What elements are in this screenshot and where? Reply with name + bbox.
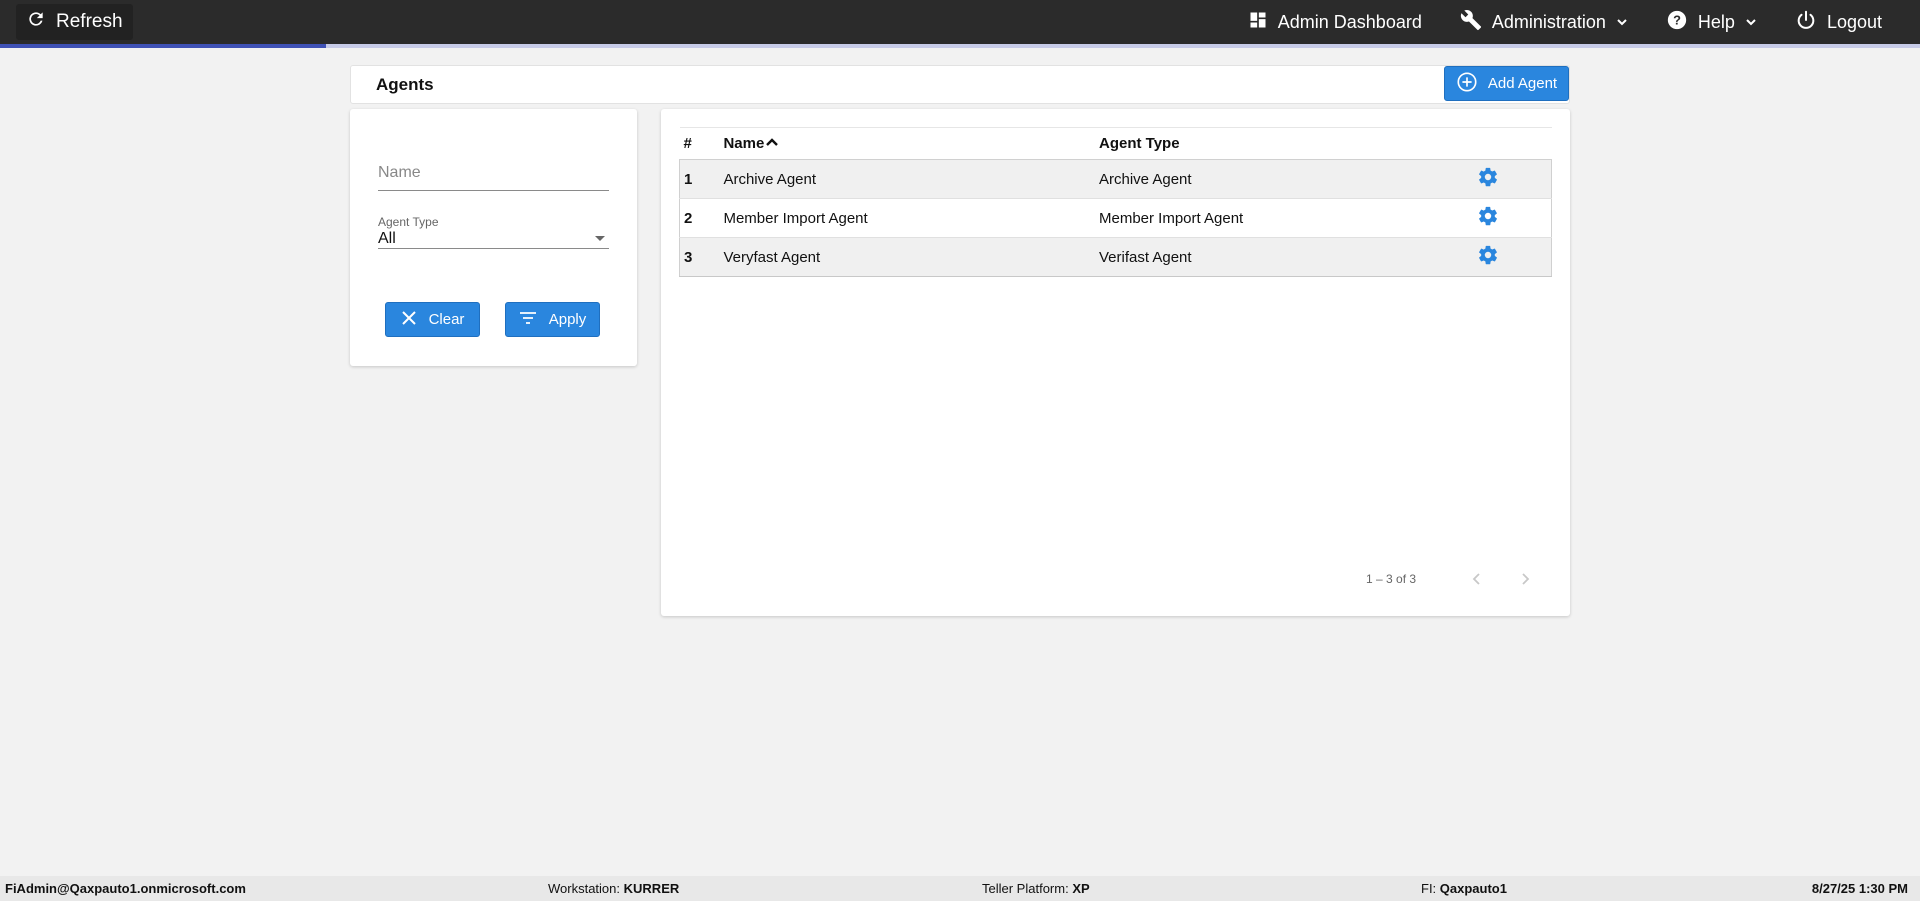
page-title: Agents	[376, 74, 434, 94]
help-menu[interactable]: ? Help	[1666, 9, 1757, 36]
header-agent-type[interactable]: Agent Type	[1099, 127, 1477, 160]
administration-menu[interactable]: Administration	[1460, 9, 1628, 36]
row-num: 1	[679, 159, 724, 199]
chevron-left-icon[interactable]	[1467, 569, 1487, 594]
status-platform: Teller Platform: XP	[982, 881, 1090, 896]
row-name: Veryfast Agent	[723, 237, 1099, 277]
dashboard-icon	[1248, 10, 1268, 35]
row-actions	[1476, 159, 1552, 199]
row-agent-type: Verifast Agent	[1099, 237, 1477, 277]
refresh-label: Refresh	[56, 11, 123, 32]
agent-type-select[interactable]: Agent Type All	[378, 205, 609, 249]
gear-icon[interactable]	[1477, 166, 1499, 192]
agent-type-label: Agent Type	[378, 215, 439, 229]
name-filter-input[interactable]	[378, 155, 609, 190]
refresh-button[interactable]: Refresh	[16, 4, 133, 40]
admin-dashboard-link[interactable]: Admin Dashboard	[1248, 10, 1422, 35]
filter-icon	[519, 311, 537, 329]
agents-table: # Name Agent Type 1 Archive Agent Archiv…	[679, 127, 1552, 277]
name-filter-field	[378, 155, 609, 191]
chevron-down-icon	[1745, 12, 1757, 33]
agent-type-value: All	[378, 230, 396, 247]
apply-label: Apply	[548, 311, 587, 328]
close-icon	[401, 310, 417, 330]
help-label: Help	[1697, 11, 1735, 32]
wrench-icon	[1460, 9, 1482, 36]
loading-progress-bar	[0, 44, 1920, 48]
row-actions	[1476, 237, 1552, 277]
status-datetime: 8/27/25 1:30 PM	[1812, 881, 1908, 896]
row-agent-type: Member Import Agent	[1099, 198, 1477, 238]
add-agent-button[interactable]: Add Agent	[1444, 66, 1569, 101]
row-name: Member Import Agent	[723, 198, 1099, 238]
status-user-value: FiAdmin@Qaxpauto1.onmicrosoft.com	[5, 881, 246, 896]
row-num: 2	[679, 198, 724, 238]
gear-icon[interactable]	[1477, 244, 1499, 270]
header-name[interactable]: Name	[723, 127, 1099, 160]
paginator-range-label: 1 – 3 of 3	[1366, 572, 1417, 586]
header-actions	[1476, 127, 1552, 160]
admin-dashboard-label: Admin Dashboard	[1277, 11, 1422, 32]
dropdown-arrow-icon	[595, 236, 605, 241]
page-header: Agents	[350, 65, 1570, 104]
workstation-label: Workstation:	[548, 881, 621, 896]
chevron-down-icon	[1616, 12, 1628, 33]
add-agent-label: Add Agent	[1487, 75, 1558, 92]
power-icon	[1795, 9, 1817, 36]
fi-label: FI:	[1421, 881, 1437, 896]
status-user: FiAdmin@Qaxpauto1.onmicrosoft.com	[5, 881, 246, 896]
status-fi: FI: Qaxpauto1	[1421, 881, 1507, 896]
fi-value: Qaxpauto1	[1439, 881, 1507, 896]
platform-value: XP	[1072, 881, 1090, 896]
clear-label: Clear	[428, 311, 465, 328]
logout-button[interactable]: Logout	[1795, 9, 1882, 36]
agents-table-card: # Name Agent Type 1 Archive Agent Archiv…	[661, 109, 1570, 616]
svg-text:?: ?	[1673, 12, 1681, 27]
gear-icon[interactable]	[1477, 205, 1499, 231]
table-row[interactable]: 3 Veryfast Agent Verifast Agent	[679, 237, 1552, 277]
row-num: 3	[679, 237, 724, 277]
loading-progress-fill	[0, 44, 327, 48]
table-row[interactable]: 1 Archive Agent Archive Agent	[679, 159, 1552, 199]
row-actions	[1476, 198, 1552, 238]
header-name-label: Name	[723, 134, 765, 152]
table-row[interactable]: 2 Member Import Agent Member Import Agen…	[679, 198, 1552, 238]
paginator: 1 – 3 of 3	[661, 569, 1570, 589]
table-header-row: # Name Agent Type	[679, 127, 1552, 160]
status-bar: FiAdmin@Qaxpauto1.onmicrosoft.com Workst…	[0, 876, 1920, 901]
row-name: Archive Agent	[723, 159, 1099, 199]
datetime-value: 8/27/25 1:30 PM	[1811, 881, 1908, 896]
chevron-right-icon[interactable]	[1515, 569, 1535, 594]
administration-label: Administration	[1491, 11, 1606, 32]
platform-label: Teller Platform:	[982, 881, 1069, 896]
workstation-value: KURRER	[623, 881, 680, 896]
apply-button[interactable]: Apply	[505, 302, 600, 337]
filter-panel: Agent Type All Clear Apply	[350, 109, 637, 366]
header-num: #	[679, 127, 724, 160]
clear-button[interactable]: Clear	[385, 302, 480, 337]
status-workstation: Workstation: KURRER	[548, 881, 679, 896]
refresh-icon	[26, 9, 46, 35]
top-navbar: Refresh Admin Dashboard Administration ?…	[0, 0, 1920, 44]
add-circle-icon	[1456, 71, 1478, 97]
sort-up-icon	[765, 135, 779, 152]
help-icon: ?	[1666, 9, 1688, 36]
row-agent-type: Archive Agent	[1099, 159, 1477, 199]
logout-label: Logout	[1826, 11, 1882, 32]
